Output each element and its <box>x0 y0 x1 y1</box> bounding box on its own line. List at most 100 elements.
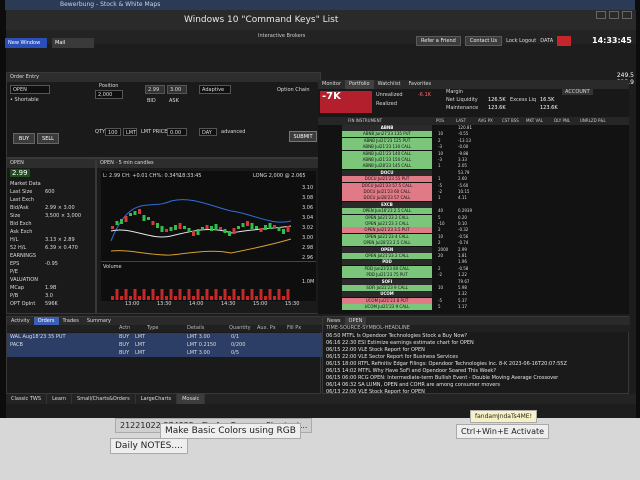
instrument-cell[interactable]: OPEN Jul21'23 4 CALL <box>342 233 432 240</box>
portfolio-row[interactable]: OPEN Jul21'23 4 CALL 10 -0.56 <box>318 233 629 240</box>
news-item[interactable]: 06/15 14:02 MTFL Why Have SoFi and Opend… <box>326 368 616 375</box>
portfolio-row[interactable]: ABNB 120.81 <box>318 125 629 131</box>
instrument-cell[interactable]: SOFI <box>342 278 432 285</box>
contact-us-button[interactable]: Contact Us <box>464 36 503 46</box>
chart-canvas[interactable]: L: 2.99 CH: +0.01 CH%: 0.34% 18:33:45 LO… <box>101 171 316 301</box>
lmt-price-input[interactable]: 0.00 <box>167 128 187 136</box>
column-header[interactable]: MKT VAL <box>526 117 543 125</box>
sticky-rgb[interactable]: Make Basic Colors using RGB <box>160 423 301 439</box>
instrument-cell[interactable]: ABNB Jul21'23 140 CALL <box>342 150 432 157</box>
advanced-link[interactable]: advanced <box>221 129 245 135</box>
portfolio-row[interactable]: PDD 1.96 <box>318 259 629 266</box>
portfolio-row[interactable]: DOCU Jul21'23 60 CALL -2 10.15 <box>318 189 629 195</box>
algo-select[interactable]: Adaptive <box>199 85 231 94</box>
portfolio-row[interactable]: PDD Jul21'23 75 PUT -2 1.22 <box>318 272 629 279</box>
portfolio-row[interactable]: OPEN Jul21'23 3 CALL -10 0.10 <box>318 221 629 227</box>
column-header[interactable]: AVG PX <box>478 117 493 125</box>
sticky-handwritten[interactable]: fandamJndaTs4ME! <box>470 410 537 423</box>
portfolio-row[interactable]: DOCU Jul21'23 55 PUT 1 2.60 <box>318 176 629 183</box>
portfolio-row[interactable]: EXCB <box>318 201 629 208</box>
sticky-daily-notes[interactable]: Daily NOTES.... <box>110 438 188 454</box>
instrument-cell[interactable]: OPEN Jun16'23 2.5 CALL <box>342 208 432 215</box>
news-item[interactable]: 06:16 22:30 ESI Estimize earnings estima… <box>326 340 616 347</box>
instrument-cell[interactable]: UCOM Jul21'23 9 CALL <box>342 304 432 311</box>
order-type-select[interactable]: LMT <box>123 128 137 136</box>
lock-logout-button[interactable]: Lock Logout <box>506 38 536 44</box>
portfolio-row[interactable]: UCOM 1.32 <box>318 291 629 298</box>
column-header[interactable]: CST BSS <box>502 117 519 125</box>
portfolio-row[interactable]: OPEN 2000 2.99 <box>318 246 629 253</box>
portfolio-row[interactable]: DOCU Jul21'23 57.5 CALL -5 -5.60 <box>318 182 629 189</box>
instrument-cell[interactable]: OPEN Jul21'23 2 CALL <box>342 253 432 259</box>
layout-tab[interactable]: Learn <box>47 394 73 404</box>
portfolio-row[interactable]: OPEN Jul21'23 3.5 PUT 2 -0.32 <box>318 227 629 234</box>
instrument-cell[interactable]: UCOM <box>342 291 432 298</box>
bid-price[interactable]: 2.99 <box>145 85 165 94</box>
portfolio-row[interactable]: ABNB Jul28'23 145 CALL 1 2.05 <box>318 163 629 170</box>
minimize-icon[interactable] <box>596 11 606 19</box>
order-row[interactable]: WAL Aug18'23 35 PUT BUY LMT LMT 3.00 0/1 <box>7 333 322 341</box>
tab-orders[interactable]: Orders <box>33 317 59 325</box>
news-item[interactable]: 06:50 MTFL Is Opendoor Technologies Stoc… <box>326 333 616 340</box>
tab-watchlist[interactable]: Watchlist <box>374 80 405 89</box>
symbol-field[interactable]: OPEN <box>10 85 50 94</box>
tab-trades[interactable]: Trades <box>59 317 83 325</box>
layout-tab[interactable]: Classic TWS <box>6 394 48 404</box>
instrument-cell[interactable]: DOCU Jul21'23 60 CALL <box>342 189 432 195</box>
news-item[interactable]: 06/15 22:00 VLE Sector Report for Busine… <box>326 354 616 361</box>
instrument-cell[interactable]: PDD <box>342 259 432 266</box>
news-item[interactable]: 06/15 22:00 VLE Stock Report for OPEN <box>326 347 616 354</box>
tab-portfolio[interactable]: Portfolio <box>345 80 374 89</box>
news-item[interactable]: 06/14 06:32 SA LUMN, OPEN and COHR are a… <box>326 382 616 389</box>
browser-tab-title[interactable]: Bewerbung - Stock & White Maps <box>60 1 160 8</box>
instrument-cell[interactable]: ABNB Jul21'23 125 PUT <box>342 137 432 144</box>
portfolio-row[interactable]: UCOM Jul21'23 9 CALL 5 1.17 <box>318 304 629 311</box>
portfolio-row[interactable]: SOFI Jul21'23 9 CALL 10 5.98 <box>318 285 629 291</box>
instrument-cell[interactable]: DOCU Jul28'23 57 CALL <box>342 195 432 202</box>
instrument-cell[interactable]: EXCB <box>342 201 432 208</box>
instrument-cell[interactable]: DOCU <box>342 169 432 176</box>
instrument-cell[interactable]: ABNB Jul28'23 145 CALL <box>342 163 432 170</box>
mail-button[interactable]: Mail <box>52 38 94 48</box>
instrument-cell[interactable]: OPEN Jul21'23 2 CALL <box>342 214 432 221</box>
account-button[interactable]: ACCOUNT <box>562 89 593 95</box>
tif-select[interactable]: DAY <box>199 128 217 136</box>
tab-activity[interactable]: Activity <box>7 317 34 325</box>
instrument-cell[interactable]: DOCU Jul21'23 57.5 CALL <box>342 182 432 189</box>
tab-favorites[interactable]: Favorites <box>405 80 436 89</box>
portfolio-row[interactable]: ABNB Jun27'23 135 PUT 10 -0.55 <box>318 131 629 138</box>
portfolio-row[interactable]: SOFI 79.67 <box>318 278 629 285</box>
instrument-cell[interactable]: OPEN Jul28'23 2.5 CALL <box>342 240 432 247</box>
column-header[interactable]: UNRLZD P&L <box>580 117 606 125</box>
portfolio-row[interactable]: OPEN Jul21'23 2 CALL 20 1.81 <box>318 253 629 259</box>
portfolio-row[interactable]: OPEN Jul28'23 2.5 CALL 2 -0.74 <box>318 240 629 247</box>
tab-monitor[interactable]: Monitor <box>318 80 345 89</box>
portfolio-row[interactable]: ABNB Jul21'23 130 CALL -3 -0.00 <box>318 144 629 151</box>
news-item[interactable]: 06/15 06:00 RCG OPEN: Intermediate-term … <box>326 375 616 382</box>
tab-summary[interactable]: Summary <box>83 317 115 325</box>
order-row[interactable]: BUY LMT LMT 3.00 0/5 <box>7 349 322 357</box>
column-header[interactable]: DLY PNL <box>554 117 570 125</box>
portfolio-row[interactable]: ABNB Jul21'23 150 CALL -3 3.33 <box>318 157 629 163</box>
refer-friend-button[interactable]: Refer a Friend <box>416 36 461 46</box>
instrument-cell[interactable]: OPEN <box>342 246 432 253</box>
portfolio-row[interactable]: DOCU Jul28'23 57 CALL 1 4.11 <box>318 195 629 202</box>
portfolio-row[interactable]: DOCU 53.79 <box>318 169 629 176</box>
column-header[interactable]: LAST <box>456 117 466 125</box>
portfolio-row[interactable]: ABNB Jul21'23 125 PUT 2 -13.13 <box>318 137 629 144</box>
instrument-cell[interactable]: OPEN Jul21'23 3 CALL <box>342 221 432 227</box>
chart-header[interactable]: OPEN · 5 min candles <box>97 159 320 168</box>
column-header[interactable]: POS <box>436 117 444 125</box>
tab-news-open[interactable]: OPEN <box>344 317 367 325</box>
instrument-cell[interactable]: ABNB Jul21'23 130 CALL <box>342 144 432 151</box>
buy-button[interactable]: BUY <box>13 133 35 144</box>
portfolio-row[interactable]: OPEN Jun16'23 2.5 CALL 40 0.2939 <box>318 208 629 215</box>
layout-tab[interactable]: Mosaic <box>177 394 206 404</box>
submit-button[interactable]: SUBMIT <box>289 131 317 142</box>
instrument-cell[interactable]: UCOM Jul21'23 8 PUT <box>342 297 432 304</box>
portfolio-row[interactable]: OPEN Jul21'23 2 CALL 5 0.20 <box>318 214 629 221</box>
sell-button[interactable]: SELL <box>37 133 59 144</box>
column-header[interactable]: FIN INSTRUMENT <box>348 117 382 125</box>
instrument-cell[interactable]: ABNB Jul21'23 150 CALL <box>342 157 432 163</box>
option-chain-link[interactable]: Option Chain <box>277 87 310 93</box>
